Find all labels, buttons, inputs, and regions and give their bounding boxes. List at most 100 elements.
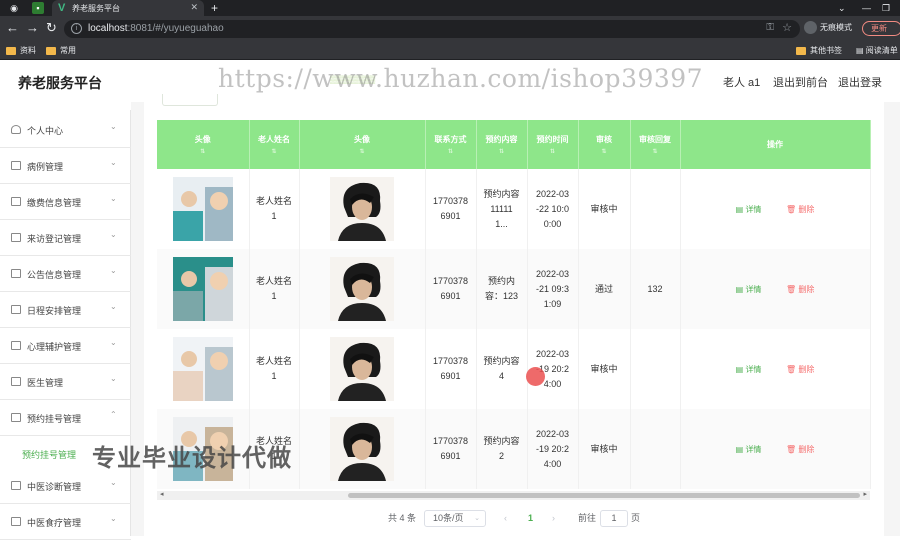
grid-icon — [11, 161, 21, 170]
chart-icon — [11, 305, 21, 314]
delete-button[interactable]: 🗑 删除 — [786, 285, 814, 294]
sidebar-item-psych[interactable]: 心理辅护管理 ⌄ — [0, 328, 131, 364]
table-header-row: 头像 ⇅ 老人姓名 ⇅ 头像 ⇅ 联系方式 ⇅ 预约内容 ⇅ 预约时间 ⇅ 审核 ⇅ 审核回复… — [157, 120, 871, 169]
browser-tab-strip: ◉ ▪ V 养老服务平台 ✕ + ⌄ — ❐ — [0, 0, 900, 16]
detail-button[interactable]: ▤ 详情 — [736, 365, 762, 374]
site-info-icon[interactable]: i — [71, 23, 82, 34]
sidebar-item-notices[interactable]: 公告信息管理 ⌄ — [0, 256, 131, 292]
sidebar-subitem-label: 预约挂号管理 — [22, 450, 77, 460]
key-icon[interactable]: ⚿ — [766, 22, 774, 33]
col-header[interactable]: 预约时间 ⇅ — [527, 120, 579, 169]
col-header[interactable]: 头像 ⇅ — [157, 120, 250, 169]
url-host: localhost — [88, 23, 128, 34]
back-icon[interactable]: ← — [6, 21, 19, 35]
col-header: 操作 — [680, 120, 871, 169]
bookmark-folder-2[interactable]: 常用 — [46, 45, 76, 57]
detail-icon: ▤ — [735, 284, 746, 294]
sort-icon[interactable]: ⇅ — [528, 148, 578, 155]
bookmark-star-icon[interactable]: ☆ — [782, 21, 792, 34]
close-tab-icon[interactable]: ✕ — [190, 2, 198, 13]
next-page-icon[interactable]: › — [552, 510, 555, 526]
bookmark-folder-1[interactable]: 资料 — [6, 45, 36, 57]
trash-icon: 🗑 — [785, 204, 799, 214]
detail-button[interactable]: ▤ 详情 — [736, 205, 762, 214]
sort-icon[interactable]: ⇅ — [631, 148, 680, 155]
page-size-select[interactable]: 10条/页 ⌄ — [424, 510, 486, 527]
pagination-total: 共 4 条 — [388, 513, 417, 523]
top-button-edge[interactable] — [162, 94, 218, 106]
sidebar-item-tcm-diagnosis[interactable]: 中医诊断管理 ⌄ — [0, 468, 131, 504]
goto-page-input[interactable]: 1 — [600, 510, 628, 527]
sidebar-item-label: 中医食疗管理 — [27, 518, 82, 528]
back-to-front-link[interactable]: 退出到前台 — [773, 74, 828, 90]
delete-button[interactable]: 🗑 删除 — [786, 365, 814, 374]
col-header[interactable]: 联系方式 ⇅ — [425, 120, 477, 169]
sort-icon[interactable]: ⇅ — [250, 148, 299, 155]
new-tab-icon[interactable]: + — [211, 0, 218, 16]
sidebar-item-tcm-diet[interactable]: 中医食疗管理 ⌄ — [0, 504, 131, 540]
browser-menu-icon[interactable]: ◉ — [8, 2, 20, 14]
reload-icon[interactable]: ↻ — [46, 21, 57, 35]
forward-icon[interactable]: → — [26, 21, 39, 35]
restore-icon[interactable]: ❐ — [882, 0, 890, 16]
sort-icon[interactable]: ⇅ — [426, 148, 476, 155]
col-header[interactable]: 预约内容 ⇅ — [476, 120, 528, 169]
sidebar-item-payment[interactable]: 缴费信息管理 ⌄ — [0, 184, 131, 220]
delete-button[interactable]: 🗑 删除 — [786, 445, 814, 454]
logout-link[interactable]: 退出登录 — [838, 74, 882, 90]
tab-title: 养老服务平台 — [72, 4, 120, 13]
chevron-down-icon: ⌄ — [110, 302, 117, 311]
address-bar[interactable]: i localhost:8081/#/yuyueguahao ⚿ ☆ — [64, 20, 800, 38]
sort-icon[interactable]: ⇅ — [579, 148, 630, 155]
avatar-cell — [299, 329, 426, 409]
appointment-time: 2022-03 -19 20:2 4:00 — [527, 409, 579, 489]
col-header[interactable]: 审核回复 ⇅ — [630, 120, 681, 169]
sidebar-item-visits[interactable]: 来访登记管理 ⌄ — [0, 220, 131, 256]
detail-button[interactable]: ▤ 详情 — [736, 445, 762, 454]
browser-tab[interactable]: V 养老服务平台 ✕ — [52, 0, 204, 16]
scrollbar-thumb[interactable] — [348, 493, 860, 498]
chevron-down-icon[interactable]: ⌄ — [838, 0, 846, 16]
col-header[interactable]: 头像 ⇅ — [299, 120, 426, 169]
scroll-left-icon[interactable]: ◂ — [160, 490, 164, 498]
notice-icon — [11, 269, 21, 278]
browser-toolbar: ← → ↻ i localhost:8081/#/yuyueguahao ⚿ ☆… — [0, 16, 900, 42]
avatar-cell — [299, 409, 426, 489]
elder-photo-cell — [157, 329, 250, 409]
clipboard-icon — [11, 341, 21, 350]
appointment-time: 2022-03 -21 09:3 1:09 — [527, 249, 579, 329]
chevron-down-icon: ⌄ — [110, 374, 117, 383]
sort-icon[interactable]: ⇅ — [157, 148, 249, 155]
incognito-indicator[interactable]: 无痕模式 — [804, 21, 852, 35]
col-header[interactable]: 审核 ⇅ — [578, 120, 631, 169]
scroll-right-icon[interactable]: ▸ — [863, 490, 867, 498]
sort-icon[interactable]: ⇅ — [477, 148, 527, 155]
phone: 1770378 6901 — [425, 409, 477, 489]
chevron-down-icon: ⌄ — [110, 158, 117, 167]
sidebar-item-doctors[interactable]: 医生管理 ⌄ — [0, 364, 131, 400]
update-button[interactable]: 更新 — [862, 21, 900, 36]
horizontal-scrollbar[interactable]: ◂ ▸ — [157, 491, 870, 500]
col-header[interactable]: 老人姓名 ⇅ — [249, 120, 300, 169]
pinned-tab-icon[interactable]: ▪ — [32, 2, 44, 14]
detail-button[interactable]: ▤ 详情 — [736, 285, 762, 294]
page-number-current[interactable]: 1 — [528, 510, 533, 526]
elder-photo-cell — [157, 249, 250, 329]
sidebar-item-label: 来访登记管理 — [27, 234, 82, 244]
prev-page-icon[interactable]: ‹ — [504, 510, 507, 526]
other-bookmarks[interactable]: 其他书签 — [796, 45, 842, 57]
sidebar-item-profile[interactable]: 个人中心 ⌄ — [0, 112, 131, 148]
folder-icon — [46, 46, 56, 55]
promo-overlay-text: 专业毕业设计代做 — [92, 445, 292, 472]
sidebar-item-cases[interactable]: 病例管理 ⌄ — [0, 148, 131, 184]
sidebar-item-schedule[interactable]: 日程安排管理 ⌄ — [0, 292, 131, 328]
appointment-content: 预约内容 4 — [476, 329, 528, 409]
phone: 1770378 6901 — [425, 329, 477, 409]
minimize-icon[interactable]: — — [862, 0, 871, 16]
delete-button[interactable]: 🗑 删除 — [786, 205, 814, 214]
reading-list[interactable]: ▤ 阅读清单 — [856, 45, 898, 57]
sort-icon[interactable]: ⇅ — [300, 148, 425, 155]
sidebar-item-appointments[interactable]: 预约挂号管理 ⌃ — [0, 400, 131, 436]
appointment-content: 预约内容 11111 1... — [476, 169, 528, 249]
elder-photo-cell — [157, 169, 250, 249]
